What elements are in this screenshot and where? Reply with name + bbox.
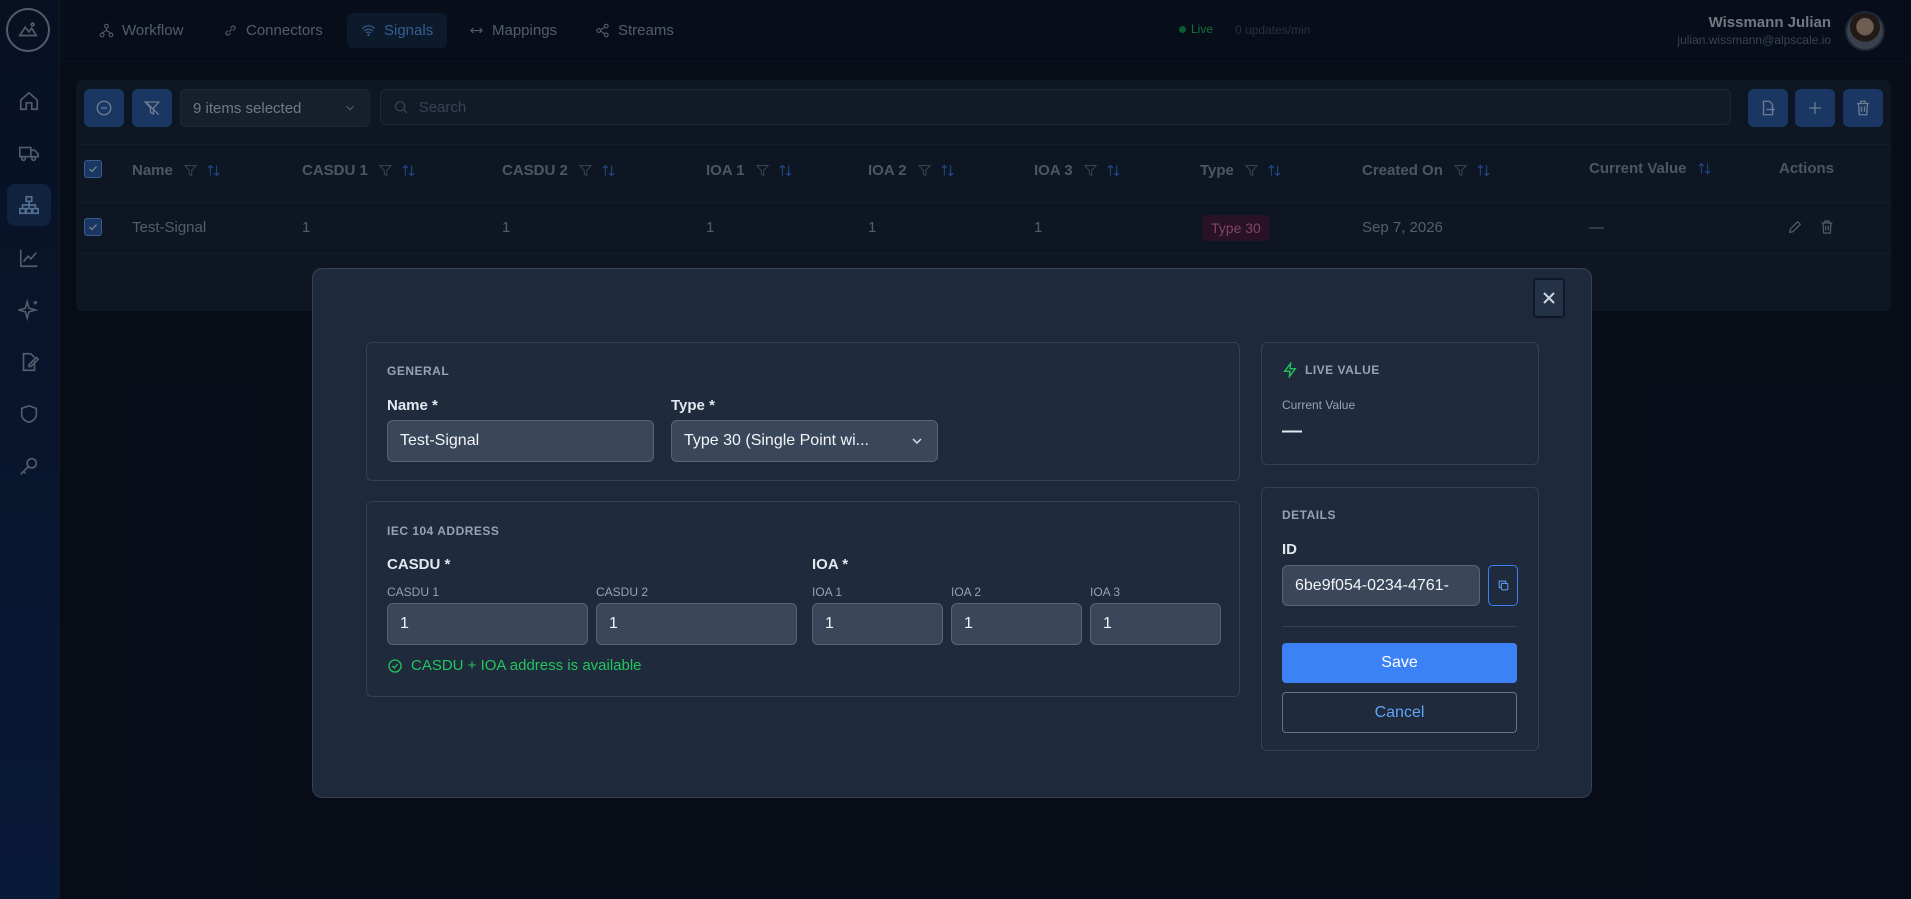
- address-heading: IEC 104 ADDRESS: [387, 524, 500, 538]
- ioa2-label: IOA 2: [951, 585, 982, 599]
- close-button[interactable]: [1533, 278, 1565, 318]
- copy-id-button[interactable]: [1488, 565, 1518, 606]
- lightning-icon: [1283, 362, 1297, 378]
- live-value-heading: LIVE VALUE: [1282, 362, 1380, 378]
- current-value-label: Current Value: [1282, 398, 1356, 412]
- address-validation: CASDU + IOA address is available: [387, 657, 642, 674]
- casdu1-label: CASDU 1: [387, 585, 440, 599]
- general-section: GENERAL Name * Test-Signal Type * Type 3…: [366, 342, 1240, 481]
- save-button[interactable]: Save: [1282, 643, 1517, 683]
- copy-icon: [1498, 580, 1508, 591]
- type-select-value: Type 30 (Single Point wi...: [684, 432, 869, 449]
- type-label: Type *: [671, 397, 715, 414]
- close-icon: [1543, 292, 1555, 304]
- ioa3-input[interactable]: 1: [1090, 603, 1221, 645]
- check-circle-icon: [388, 658, 402, 673]
- divider: [1282, 626, 1517, 627]
- cancel-button[interactable]: Cancel: [1282, 692, 1517, 733]
- edit-signal-modal: GENERAL Name * Test-Signal Type * Type 3…: [312, 268, 1592, 798]
- current-value: —: [1282, 420, 1302, 442]
- ioa-label: IOA *: [812, 556, 849, 573]
- name-label: Name *: [387, 397, 438, 414]
- iec104-address-section: IEC 104 ADDRESS CASDU * CASDU 1 1 CASDU …: [366, 501, 1240, 697]
- casdu2-input[interactable]: 1: [596, 603, 797, 645]
- type-select[interactable]: Type 30 (Single Point wi...: [671, 420, 938, 462]
- casdu-label: CASDU *: [387, 556, 451, 573]
- id-field[interactable]: 6be9f054-0234-4761-: [1282, 565, 1480, 606]
- ioa2-input[interactable]: 1: [951, 603, 1082, 645]
- general-heading: GENERAL: [387, 364, 450, 378]
- casdu1-input[interactable]: 1: [387, 603, 588, 645]
- name-input[interactable]: Test-Signal: [387, 420, 654, 462]
- ioa1-input[interactable]: 1: [812, 603, 943, 645]
- details-heading: DETAILS: [1282, 508, 1336, 522]
- live-value-section: LIVE VALUE Current Value —: [1261, 342, 1539, 465]
- ioa1-label: IOA 1: [812, 585, 843, 599]
- casdu2-label: CASDU 2: [596, 585, 649, 599]
- id-label: ID: [1282, 541, 1297, 558]
- validation-text: CASDU + IOA address is available: [411, 657, 642, 674]
- ioa3-label: IOA 3: [1090, 585, 1121, 599]
- chevron-down-icon: [912, 438, 922, 444]
